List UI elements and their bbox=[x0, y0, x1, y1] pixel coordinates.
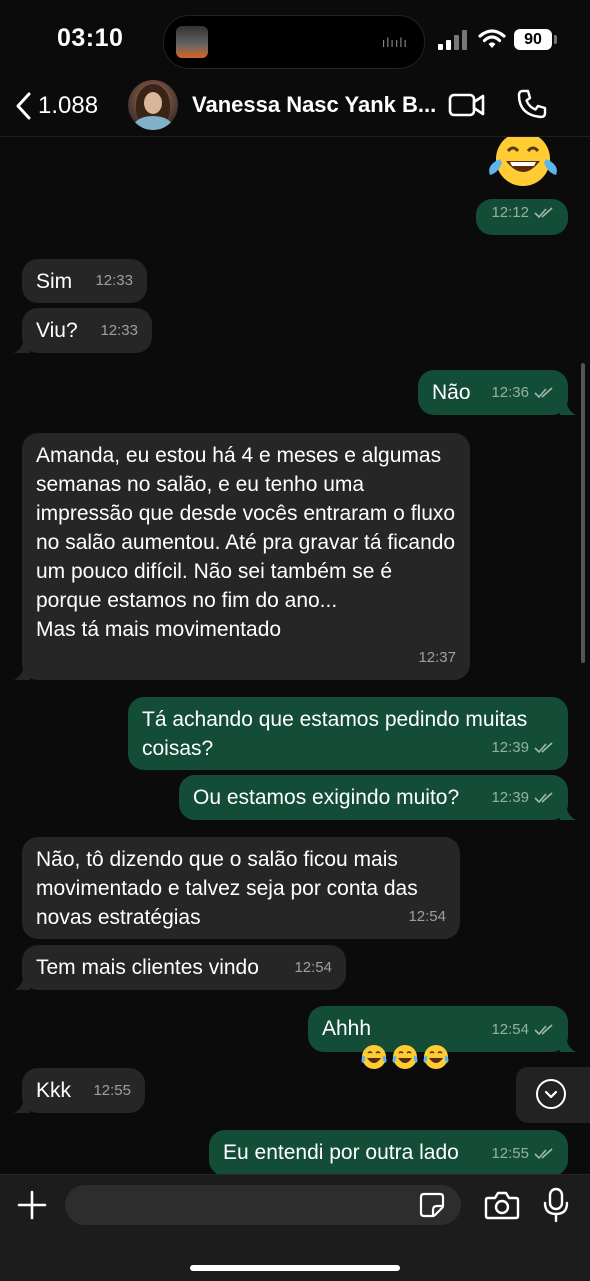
message-meta: 12:54 bbox=[408, 908, 446, 925]
unread-count: 1.088 bbox=[38, 92, 99, 119]
battery-tip bbox=[554, 35, 557, 44]
message-outgoing[interactable]: Não 12:36 bbox=[418, 370, 576, 415]
bubble-tail bbox=[560, 1038, 576, 1052]
message-meta: 12:39 bbox=[491, 733, 554, 762]
message-meta: 12:54 bbox=[491, 1015, 554, 1044]
status-time: 03:10 bbox=[57, 24, 124, 52]
message-list[interactable]: 12:12 Sim 12:33 Viu? 12:33 Não 12:36 Ama… bbox=[0, 137, 590, 1174]
message-outgoing[interactable]: Ahhh 12:54 bbox=[308, 1006, 576, 1069]
bubble-tail bbox=[560, 401, 576, 415]
message-outgoing[interactable]: 12:12 bbox=[476, 199, 568, 235]
message-input[interactable] bbox=[65, 1185, 461, 1225]
message-meta: 12:33 bbox=[100, 322, 138, 339]
message-incoming[interactable]: Viu? 12:33 bbox=[14, 308, 152, 353]
message-incoming[interactable]: Sim 12:33 bbox=[22, 259, 147, 303]
message-meta: 12:37 bbox=[418, 649, 456, 666]
home-indicator bbox=[190, 1265, 400, 1271]
contact-name[interactable]: Vanessa Nasc Yank B... bbox=[192, 92, 438, 118]
message-text: Amanda, eu estou há 4 e meses e algumas … bbox=[36, 444, 456, 641]
read-receipt-icon bbox=[534, 791, 553, 803]
plus-icon[interactable] bbox=[16, 1189, 48, 1221]
read-receipt-icon bbox=[534, 386, 553, 398]
microphone-icon[interactable] bbox=[542, 1187, 570, 1223]
chat-header: 1.088 Vanessa Nasc Yank B... bbox=[0, 78, 590, 137]
phone-call-icon[interactable] bbox=[516, 88, 548, 120]
message-meta: 12:33 bbox=[95, 272, 133, 289]
laughing-emoji-icon bbox=[423, 1045, 449, 1069]
message-incoming[interactable]: Kkk 12:55 bbox=[14, 1068, 145, 1113]
status-bar: 03:10 ılıılı 90 bbox=[0, 0, 590, 78]
scrollbar[interactable] bbox=[581, 363, 585, 663]
video-call-icon[interactable] bbox=[448, 90, 486, 120]
read-receipt-icon bbox=[534, 741, 553, 753]
chevron-left-icon bbox=[16, 92, 31, 120]
bubble-tail bbox=[560, 806, 576, 820]
cellular-signal-icon bbox=[438, 30, 470, 50]
bubble-tail bbox=[14, 1099, 30, 1113]
scroll-to-bottom-button[interactable] bbox=[516, 1067, 590, 1123]
back-button[interactable]: 1.088 bbox=[14, 86, 98, 126]
message-outgoing[interactable]: Tá achando que estamos pedindo muitas co… bbox=[128, 697, 568, 770]
dynamic-island[interactable]: ılıılı bbox=[163, 15, 425, 69]
contact-avatar[interactable] bbox=[128, 80, 178, 130]
laughing-emoji-icon bbox=[489, 137, 557, 186]
chevron-down-icon bbox=[536, 1079, 566, 1109]
message-outgoing[interactable]: Ou estamos exigindo muito? 12:39 bbox=[179, 775, 576, 820]
wifi-icon bbox=[478, 29, 506, 48]
bubble-tail bbox=[14, 976, 30, 990]
battery-icon: 90 bbox=[514, 29, 552, 50]
message-meta: 12:12 bbox=[491, 198, 554, 227]
sticker-icon[interactable] bbox=[418, 1191, 446, 1219]
message-meta: 12:54 bbox=[294, 959, 332, 976]
message-incoming[interactable]: Não, tô dizendo que o salão ficou mais m… bbox=[22, 837, 460, 939]
read-receipt-icon bbox=[534, 1023, 553, 1035]
message-incoming[interactable]: Amanda, eu estou há 4 e meses e algumas … bbox=[14, 433, 470, 680]
message-text: Não, tô dizendo que o salão ficou mais m… bbox=[36, 848, 424, 929]
now-playing-thumbnail bbox=[176, 26, 208, 58]
laughing-emoji-icon bbox=[392, 1045, 418, 1069]
camera-icon[interactable] bbox=[484, 1189, 520, 1221]
laughing-emoji-icon bbox=[361, 1045, 387, 1069]
audio-wave-icon: ılıılı bbox=[381, 35, 408, 50]
message-incoming[interactable]: Tem mais clientes vindo 12:54 bbox=[14, 945, 346, 990]
message-meta: 12:39 bbox=[491, 783, 554, 812]
message-meta: 12:36 bbox=[491, 378, 554, 407]
message-outgoing[interactable]: Eu entendi por outra lado 12:55 bbox=[209, 1130, 568, 1174]
read-receipt-icon bbox=[534, 1147, 553, 1159]
bubble-tail bbox=[14, 666, 30, 680]
message-text: Tem mais clientes vindo bbox=[36, 956, 259, 979]
composer-bar bbox=[0, 1174, 590, 1281]
bubble-tail bbox=[14, 339, 30, 353]
message-meta: 12:55 bbox=[93, 1082, 131, 1099]
message-meta: 12:55 bbox=[491, 1139, 554, 1168]
read-receipt-icon bbox=[534, 206, 553, 218]
